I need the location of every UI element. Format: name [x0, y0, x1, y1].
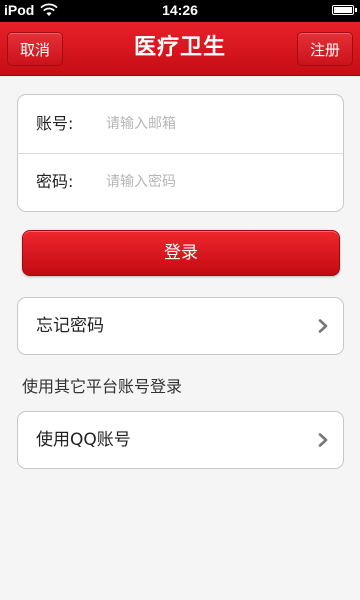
chevron-right-icon — [318, 433, 328, 447]
forgot-password-label: 忘记密码 — [36, 316, 104, 336]
qq-login-label: 使用QQ账号 — [36, 430, 131, 450]
battery-icon — [332, 5, 357, 15]
forgot-password-item[interactable]: 忘记密码 — [17, 297, 344, 355]
login-button[interactable]: 登录 — [22, 230, 340, 276]
account-row: 账号: — [18, 95, 343, 154]
battery-level — [334, 7, 352, 13]
register-button[interactable]: 注册 — [296, 32, 353, 66]
clock: 14:26 — [162, 2, 198, 18]
password-label: 密码: — [36, 172, 74, 191]
status-bar: iPod 14:26 — [0, 0, 360, 22]
chevron-right-icon — [318, 319, 328, 333]
password-input[interactable] — [106, 165, 326, 199]
login-form: 账号: 密码: — [17, 94, 344, 212]
other-platforms-heading: 使用其它平台账号登录 — [22, 377, 183, 396]
qq-login-item[interactable]: 使用QQ账号 — [17, 411, 344, 469]
password-row: 密码: — [18, 153, 343, 211]
account-label: 账号: — [36, 114, 74, 133]
nav-bar: 取消 医疗卫生 注册 — [0, 22, 360, 76]
account-input[interactable] — [106, 107, 326, 141]
